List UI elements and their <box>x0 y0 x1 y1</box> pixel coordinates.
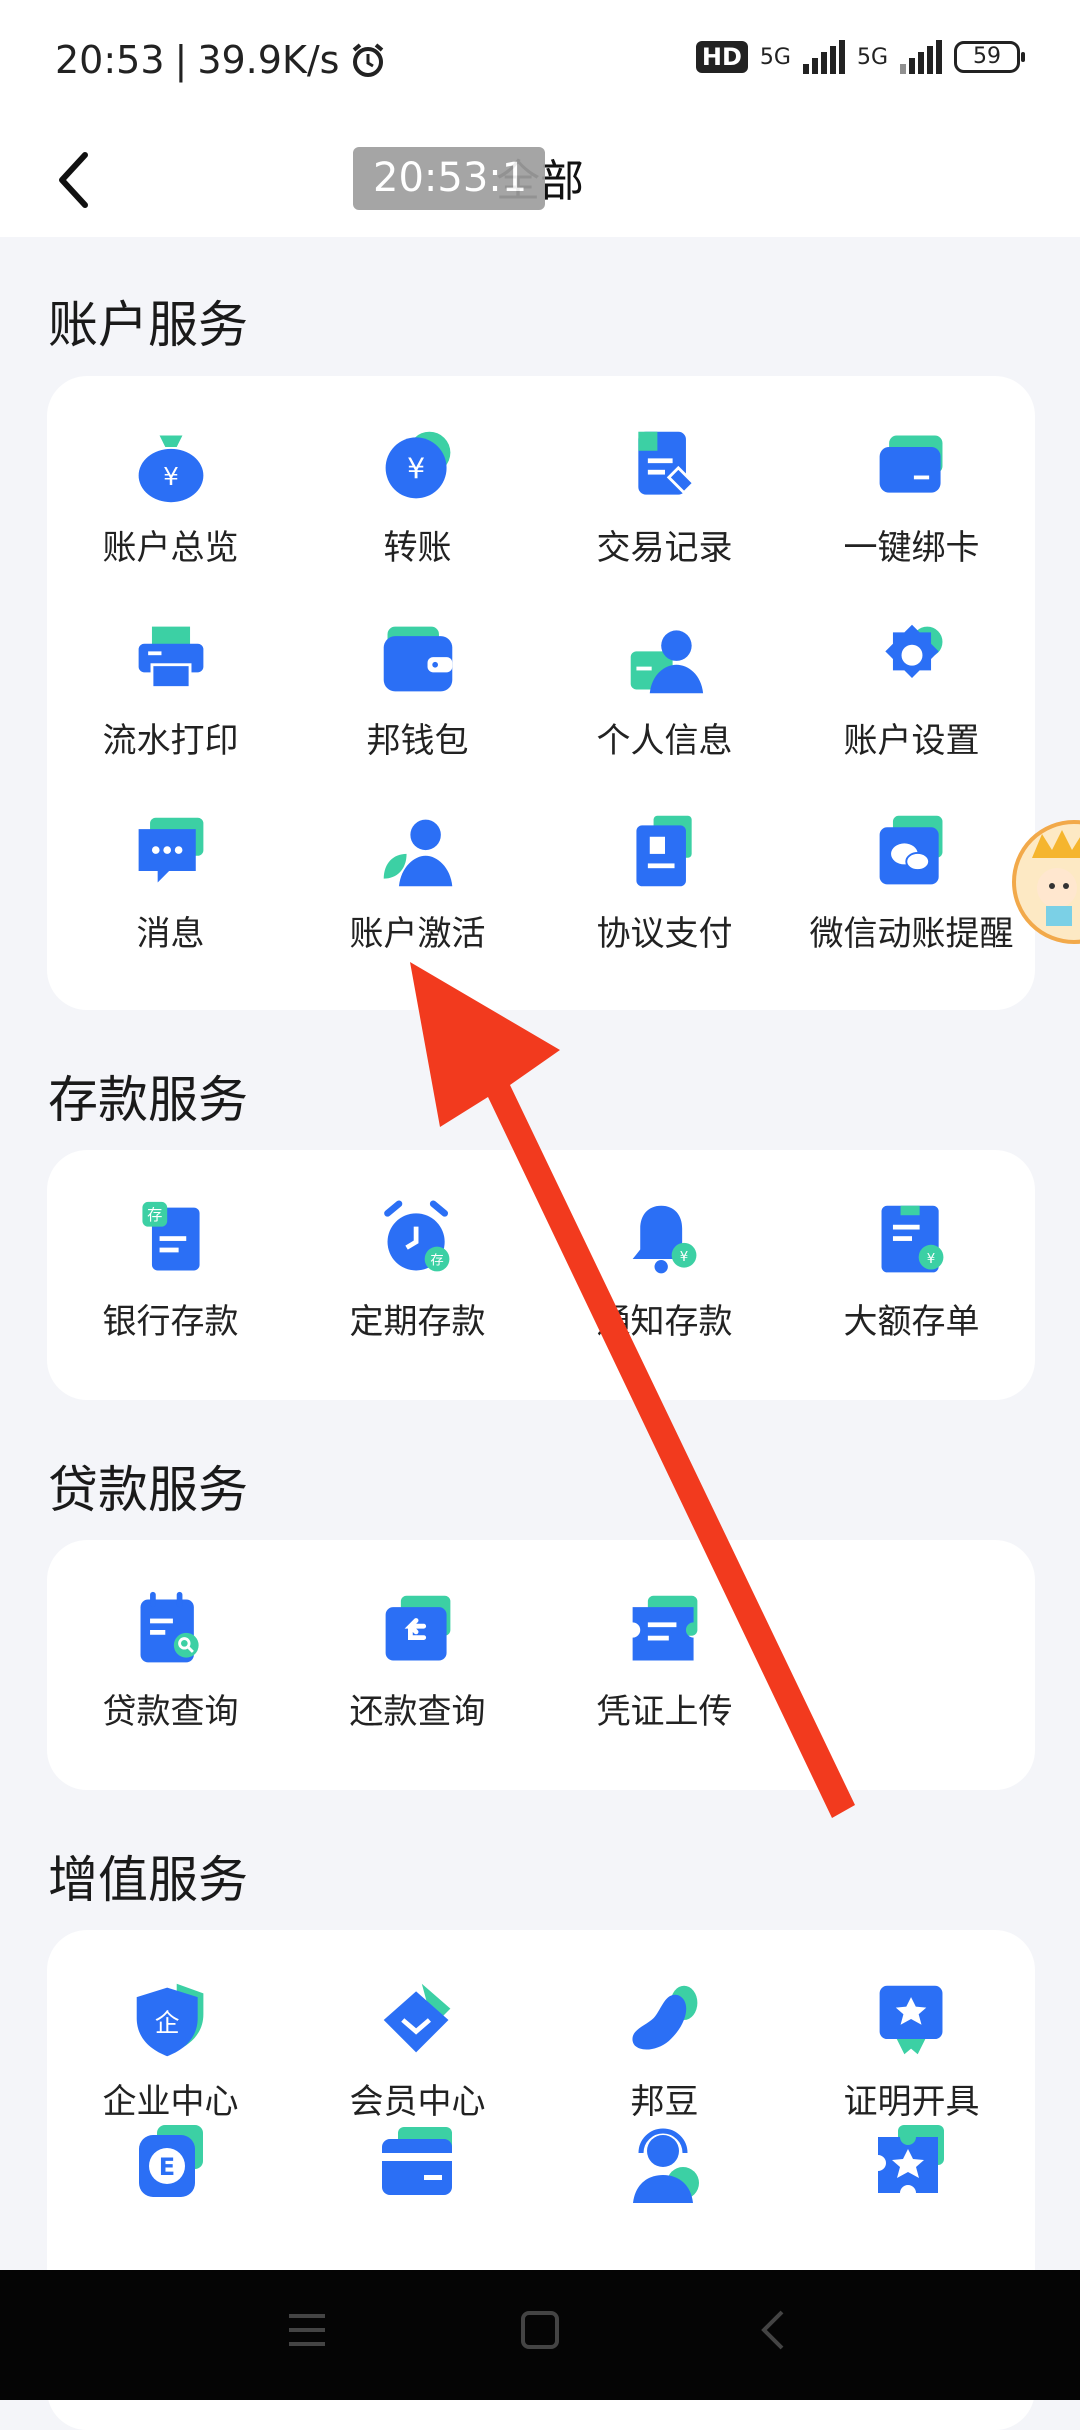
service-item[interactable]: 存 定期存款 <box>294 1150 541 1343</box>
service-item[interactable]: 还款查询 <box>294 1540 541 1733</box>
service-item[interactable]: 流水打印 <box>47 569 294 762</box>
section-title-loan: 贷款服务 <box>48 1461 248 1519</box>
service-item[interactable]: 个人信息 <box>541 569 788 762</box>
gear-icon <box>884 624 942 679</box>
bell-icon: ¥ <box>632 1205 696 1274</box>
service-item[interactable]: ¥ 账户总览 <box>47 376 294 569</box>
system-nav-bar <box>0 2270 1080 2400</box>
section-title-deposit: 存款服务 <box>48 1071 248 1129</box>
wallet-icon <box>383 626 452 692</box>
customer-service-icon <box>632 2128 699 2203</box>
svg-text:¥: ¥ <box>163 462 179 491</box>
service-item[interactable]: ¥ 通知存款 <box>541 1150 788 1343</box>
network-type-2: 5G <box>856 44 888 70</box>
battery-icon: 59 <box>954 41 1025 73</box>
svg-text:E: E <box>158 2153 174 2181</box>
service-item[interactable]: 凭证上传 <box>541 1540 788 1733</box>
floating-mascot-icon[interactable] <box>1012 818 1080 948</box>
card-deposit-services: 存 银行存款 存 定期存款 ¥ 通知存款 ¥ 大额存单 <box>47 1150 1035 1400</box>
svg-text:存: 存 <box>430 1253 443 1269</box>
service-item[interactable]: 邦豆 <box>541 1930 788 2123</box>
shield-icon: 企 <box>136 1983 203 2057</box>
svg-text:存: 存 <box>147 1206 162 1224</box>
service-item[interactable]: 证明开具 <box>788 1930 1035 2123</box>
service-item[interactable]: 交易记录 <box>541 376 788 569</box>
agreement-icon <box>635 815 692 887</box>
bean-icon <box>631 1985 697 2050</box>
alarm-clock-icon: 存 <box>383 1200 449 1272</box>
proof-icon <box>879 1985 942 2055</box>
printer-icon <box>138 626 203 689</box>
service-item[interactable]: 消息 <box>47 762 294 955</box>
money-bag-icon: ¥ <box>138 435 203 503</box>
home-icon[interactable] <box>518 2308 562 2352</box>
deposit-icon: 存 <box>141 1201 200 1271</box>
service-item[interactable]: 企 企业中心 <box>47 1930 294 2123</box>
certificate-icon: ¥ <box>881 1205 943 1273</box>
card-loan-services: 贷款查询 还款查询 凭证上传 <box>47 1540 1035 1790</box>
star-puzzle-icon <box>877 2125 944 2193</box>
nav-bar: 全部 20:53:1 <box>0 125 1080 237</box>
svg-text:¥: ¥ <box>926 1252 934 1267</box>
status-left: 20:53 | 39.9K/s <box>55 38 387 82</box>
service-item[interactable]: ¥ 大额存单 <box>788 1150 1035 1343</box>
signal-icon-2 <box>900 40 942 74</box>
loan-search-icon <box>140 1591 199 1663</box>
service-item[interactable]: 存 银行存款 <box>47 1150 294 1343</box>
service-item[interactable]: 一键绑卡 <box>788 376 1035 569</box>
service-item[interactable]: 账户激活 <box>294 762 541 955</box>
e-coin-icon: E <box>138 2125 203 2197</box>
hd-badge: HD <box>695 41 748 73</box>
user-leaf-icon <box>383 819 452 887</box>
service-item[interactable]: 微信动账提醒 <box>788 762 1035 955</box>
back-nav-icon[interactable] <box>752 2308 796 2352</box>
section-title-account: 账户服务 <box>48 296 248 354</box>
voucher-icon <box>632 1595 697 1661</box>
section-title-value-added: 增值服务 <box>48 1851 248 1909</box>
card-account-services: ¥ 账户总览 ¥ 转账 交易记录 一键绑卡 流水打印 邦钱包 个人信息 账户设置… <box>47 376 1035 1010</box>
card-icon <box>879 435 942 493</box>
network-speed: 39.9K/s <box>197 38 340 82</box>
repay-icon <box>385 1595 450 1661</box>
signal-icon <box>802 40 845 74</box>
service-item[interactable]: 邦钱包 <box>294 569 541 762</box>
profile-icon <box>630 630 703 694</box>
service-item[interactable]: 协议支付 <box>541 762 788 955</box>
service-item[interactable]: 账户设置 <box>788 569 1035 762</box>
document-edit-icon <box>637 431 696 495</box>
time-overlay: 20:53:1 <box>353 147 545 210</box>
wechat-icon <box>879 815 942 885</box>
yuan-coin-icon: ¥ <box>385 431 450 499</box>
svg-text:¥: ¥ <box>679 1250 687 1265</box>
bank-card-icon <box>381 2127 452 2195</box>
service-item[interactable]: 贷款查询 <box>47 1540 294 1733</box>
svg-text:企: 企 <box>154 2008 179 2037</box>
network-type-1: 5G <box>759 44 791 70</box>
status-right: HD 5G 5G 59 <box>695 40 1025 74</box>
service-item[interactable]: 会员中心 <box>294 1930 541 2123</box>
diamond-icon <box>383 1983 450 2053</box>
menu-icon[interactable] <box>285 2308 329 2352</box>
message-icon <box>138 817 203 883</box>
alarm-icon <box>353 43 384 77</box>
svg-text:¥: ¥ <box>407 451 425 485</box>
status-time: 20:53 <box>55 38 165 82</box>
service-item[interactable]: ¥ 转账 <box>294 376 541 569</box>
status-bar: 20:53 | 39.9K/s HD 5G 5G 59 <box>0 0 1080 125</box>
